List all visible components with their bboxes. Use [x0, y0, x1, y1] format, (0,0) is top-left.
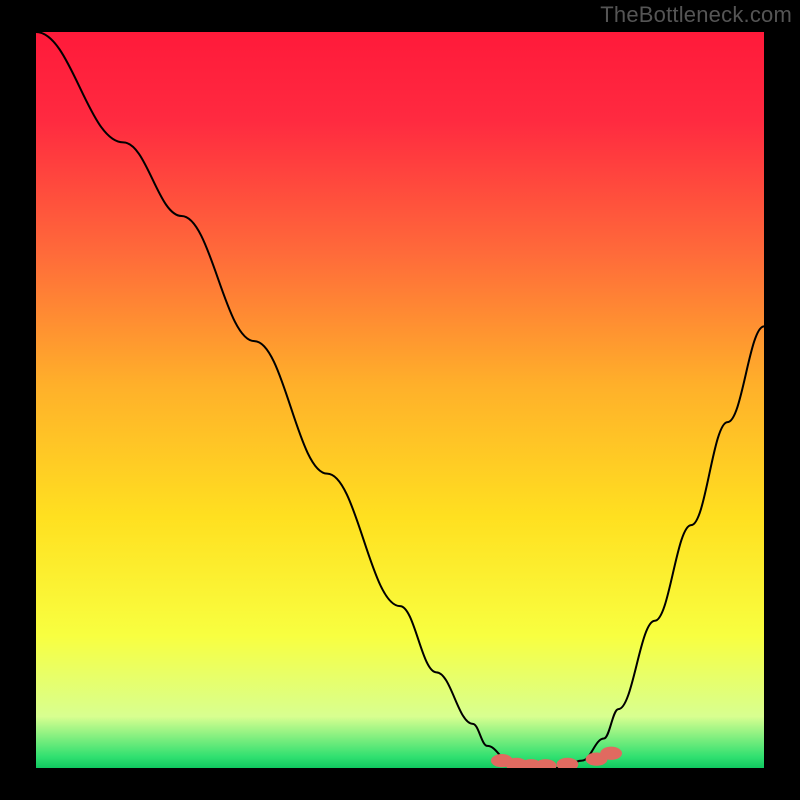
optimal-marker — [600, 747, 622, 760]
chart-svg — [36, 32, 764, 768]
gradient-background — [36, 32, 764, 768]
attribution-label: TheBottleneck.com — [600, 2, 792, 28]
chart-frame: TheBottleneck.com — [0, 0, 800, 800]
bottleneck-chart — [36, 32, 764, 768]
